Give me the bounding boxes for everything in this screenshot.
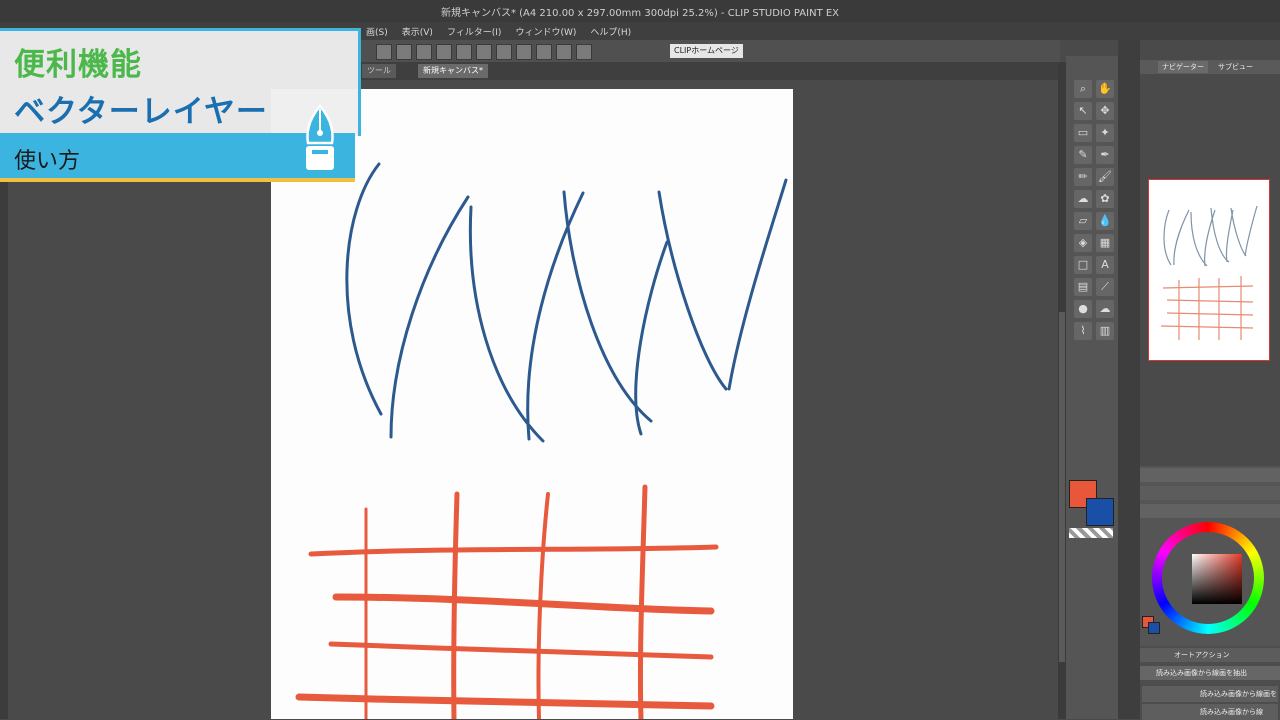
overlay-subtitle: 使い方 [14, 149, 81, 174]
auto-select-icon[interactable]: ✦ [1096, 124, 1114, 142]
deselect-icon[interactable] [436, 44, 452, 60]
transparent-color-swatch[interactable] [1069, 528, 1113, 538]
sub-tool-palette: ⌕ ✋ ↖ ✥ ▭ ✦ ✎ ✒ ✏ 🖌 ☁ ✿ ▱ 💧 ◈ ▦ □ A ▤ ⟋ … [1066, 56, 1118, 719]
navigator-thumbnail[interactable] [1148, 179, 1270, 361]
blend-icon[interactable]: 💧 [1096, 212, 1114, 230]
tab-tool[interactable]: ツール [362, 64, 396, 78]
saturation-value-box[interactable] [1192, 554, 1242, 604]
pencil-icon[interactable]: ✏ [1074, 168, 1092, 186]
red-vector-strokes [295, 484, 719, 719]
eraser-icon[interactable]: ▱ [1074, 212, 1092, 230]
frame-icon[interactable]: ▤ [1074, 278, 1092, 296]
menu-item-edit[interactable]: 画(S) [366, 25, 388, 38]
correct-line-icon[interactable]: ⌇ [1074, 322, 1092, 340]
color-wheel-panel [1140, 466, 1280, 646]
blue-stroke [657, 190, 728, 391]
decoration-icon[interactable]: ✿ [1096, 190, 1114, 208]
tab-new-canvas[interactable]: 新規キャンバス* [418, 64, 488, 78]
red-stroke [451, 491, 460, 719]
balloon-icon[interactable]: ● [1074, 300, 1092, 318]
thumbnail-art [1160, 205, 1258, 340]
text-icon[interactable]: A [1096, 256, 1114, 274]
color-panel-tabs [1140, 504, 1280, 518]
pen-nib-icon [306, 104, 334, 170]
airbrush-icon[interactable]: ☁ [1074, 190, 1092, 208]
auto-action-item[interactable]: 読み込み画像から線 [1142, 704, 1278, 720]
blue-stroke [634, 240, 669, 436]
menu-item-help[interactable]: ヘルプ(H) [590, 25, 631, 38]
mini-sub-color[interactable] [1148, 622, 1160, 634]
select-all-icon[interactable] [416, 44, 432, 60]
zoom-icon[interactable]: ⌕ [1074, 80, 1092, 98]
red-stroke [295, 693, 715, 710]
tab-subview[interactable]: サブビュー [1214, 61, 1257, 73]
artwork [295, 162, 788, 719]
figure-icon[interactable]: □ [1074, 256, 1092, 274]
red-stroke [637, 484, 648, 719]
blue-stroke [468, 205, 545, 443]
settings-icon[interactable] [576, 44, 592, 60]
tool-property-header [1140, 468, 1280, 482]
cloud-icon[interactable]: ☁ [1096, 300, 1114, 318]
red-stroke [332, 593, 715, 615]
scroll-thumb[interactable] [1059, 312, 1065, 662]
blue-vector-strokes [345, 162, 788, 443]
fill-tool-icon[interactable]: ◈ [1074, 234, 1092, 252]
auto-action-set-select[interactable]: 読み込み画像から線画を抽出 [1140, 666, 1280, 680]
blue-stroke [526, 191, 585, 441]
menu-item-filter[interactable]: フィルター(I) [447, 25, 502, 38]
canvas-vertical-scrollbar[interactable] [1058, 62, 1066, 719]
blue-stroke [727, 178, 788, 391]
tone-icon[interactable]: ▥ [1096, 322, 1114, 340]
print-icon[interactable] [556, 44, 572, 60]
clip-homepage-button[interactable]: CLIPホームページ [670, 44, 743, 58]
color-wheel[interactable] [1152, 522, 1264, 634]
blue-stroke [389, 195, 470, 439]
red-stroke [308, 544, 719, 557]
left-scrollbar[interactable] [0, 182, 8, 719]
ruler-icon[interactable] [516, 44, 532, 60]
window-titlebar: 新規キャンバス* (A4 210.00 x 297.00mm 300dpi 25… [0, 0, 1280, 22]
menu-item-view[interactable]: 表示(V) [402, 25, 433, 38]
selection-icon[interactable]: ▭ [1074, 124, 1092, 142]
canvas-tabs: ツール 新規キャンバス* [360, 62, 1060, 80]
drawing-canvas[interactable] [271, 89, 793, 719]
pen-icon[interactable]: ✒ [1096, 146, 1114, 164]
layer-icon[interactable] [536, 44, 552, 60]
blue-stroke [562, 190, 653, 423]
move-icon[interactable] [396, 44, 412, 60]
cut-icon[interactable] [496, 44, 512, 60]
blue-stroke [345, 162, 383, 416]
overlay-title: ベクターレイヤー [14, 94, 268, 130]
menu-item-window[interactable]: ウィンドウ(W) [515, 25, 576, 38]
sub-color-swatch[interactable] [1086, 498, 1114, 526]
fill-icon[interactable] [476, 44, 492, 60]
tab-navigator[interactable]: ナビゲーター [1158, 61, 1208, 73]
brush-icon[interactable]: 🖌 [1096, 168, 1114, 186]
move-layer-icon[interactable]: ✥ [1096, 102, 1114, 120]
window-title: 新規キャンバス* (A4 210.00 x 297.00mm 300dpi 25… [440, 7, 840, 19]
navigator-panel: ナビゲーター サブビュー [1140, 56, 1280, 466]
red-stroke [328, 641, 714, 660]
gradient-icon[interactable]: ▦ [1096, 234, 1114, 252]
transform-icon[interactable] [376, 44, 392, 60]
clear-icon[interactable] [456, 44, 472, 60]
auto-action-item[interactable]: 読み込み画像から線画を抽出 [1142, 686, 1278, 714]
auto-action-header: オートアクション [1140, 648, 1280, 662]
title-overlay: 便利機能 ベクターレイヤー 使い方 [0, 28, 361, 183]
tool-property-strip [1118, 40, 1140, 719]
eyedropper-icon[interactable]: ✎ [1074, 146, 1092, 164]
hand-icon[interactable]: ✋ [1096, 80, 1114, 98]
auto-action-panel: オートアクション 読み込み画像から線画を抽出 読み込み画像から線画を抽出 読み込… [1140, 646, 1280, 720]
ruler-tool-icon[interactable]: ⟋ [1096, 278, 1114, 296]
navigator-tabs: ナビゲーター サブビュー [1140, 60, 1280, 74]
brush-size-row[interactable] [1140, 486, 1280, 500]
operation-icon[interactable]: ↖ [1074, 102, 1092, 120]
overlay-category: 便利機能 [14, 47, 142, 83]
